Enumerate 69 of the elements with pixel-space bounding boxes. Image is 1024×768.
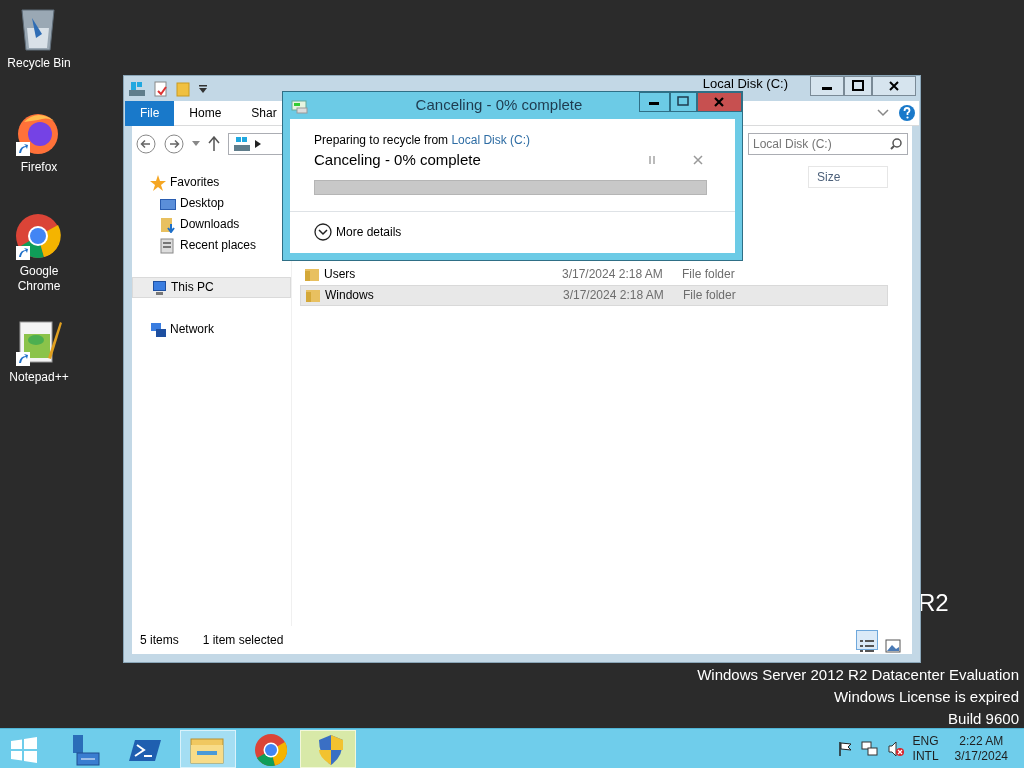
speaker-muted-icon[interactable] (886, 740, 905, 757)
properties-icon[interactable] (154, 80, 168, 97)
minimize-icon[interactable] (639, 92, 670, 112)
ribbon-tab[interactable]: Home (174, 100, 237, 126)
nav-item[interactable]: Network (132, 319, 291, 340)
recycle-progress-icon (291, 97, 309, 114)
maximize-icon[interactable] (844, 76, 872, 96)
shield-taskbar-button[interactable] (300, 729, 356, 768)
date-cell-text: 3/17/2024 2:18 AM (562, 266, 664, 283)
minimize-icon[interactable] (810, 76, 844, 96)
watermark-text: Build 9600 (948, 709, 1019, 729)
progress-status: Canceling - 0% complete (314, 150, 482, 170)
forward-icon[interactable] (164, 134, 184, 154)
search-icon[interactable] (890, 138, 902, 150)
type-cell-text: File folder (682, 266, 735, 283)
nav-item[interactable]: Favorites (132, 172, 291, 193)
dialog-message: Preparing to recycle from Local Disk (C:) (314, 132, 531, 149)
nav-item[interactable]: Desktop (132, 193, 291, 214)
notepad-icon[interactable] (14, 318, 64, 368)
column-header[interactable]: Size (808, 166, 888, 188)
folder-taskbar-button[interactable] (180, 729, 236, 768)
drive-icon (233, 136, 251, 152)
dropdown-icon[interactable] (198, 83, 208, 94)
desktop-icon-label[interactable]: Google Chrome (4, 264, 74, 294)
clock[interactable]: 2:22 AM 3/17/2024 (954, 733, 1008, 764)
selection-count: 1 item selected (202, 632, 284, 649)
breadcrumb-arrow-icon[interactable] (255, 140, 261, 148)
watermark-text: Windows License is expired (833, 687, 1019, 707)
dialog-title: Canceling - 0% complete (414, 95, 584, 116)
nav-item[interactable]: Recent places (132, 235, 291, 256)
folder-icon (304, 267, 320, 282)
source-link[interactable]: Local Disk (C:) (451, 133, 531, 147)
document-icon (160, 237, 176, 254)
back-icon[interactable] (136, 134, 156, 154)
file-name: Windows (325, 287, 374, 304)
close-icon[interactable] (872, 76, 916, 96)
star-icon (150, 174, 166, 191)
window-title: Local Disk (C:) (702, 77, 788, 91)
drive-icon[interactable] (128, 80, 146, 97)
details-view-button[interactable] (856, 630, 878, 650)
nav-item[interactable]: This PC (132, 277, 291, 298)
expand-icon[interactable] (314, 223, 332, 242)
language-indicator[interactable]: ENG INTL (912, 733, 939, 764)
type-cell-text: File folder (683, 287, 736, 304)
network-icon[interactable] (860, 740, 879, 757)
network-icon (150, 321, 166, 338)
flag-icon[interactable] (836, 740, 853, 757)
item-count: 5 items (140, 632, 179, 649)
chrome-icon[interactable] (14, 212, 64, 262)
up-icon[interactable] (208, 136, 220, 152)
ribbon-tab[interactable]: File (125, 100, 175, 126)
more-details-link[interactable]: More details (336, 223, 402, 242)
download-folder-icon (160, 216, 176, 233)
help-icon[interactable] (899, 105, 915, 121)
file-row[interactable]: Windows 3/17/2024 2:18 AM File folder (300, 285, 888, 306)
desktop-icon-label[interactable]: Firefox (20, 160, 58, 175)
file-name: Users (324, 266, 356, 283)
computer-icon (151, 279, 167, 296)
chevron-down-icon[interactable] (877, 109, 889, 117)
cancel-icon[interactable] (693, 155, 703, 166)
desktop-icon-label[interactable]: Recycle Bin (7, 56, 71, 71)
folder-icon (305, 288, 321, 303)
nav-item[interactable]: Downloads (132, 214, 291, 235)
ribbon-tab[interactable]: Shar (236, 100, 292, 126)
search-field[interactable]: Local Disk (C:) (748, 133, 908, 155)
date-cell-text: 3/17/2024 2:18 AM (563, 287, 665, 304)
file-row[interactable]: Users 3/17/2024 2:18 AM File folder (300, 264, 888, 285)
desktop-icon-label[interactable]: Notepad++ (9, 370, 69, 385)
watermark-text: Windows Server 2012 R2 Datacenter Evaluation (697, 665, 1019, 685)
